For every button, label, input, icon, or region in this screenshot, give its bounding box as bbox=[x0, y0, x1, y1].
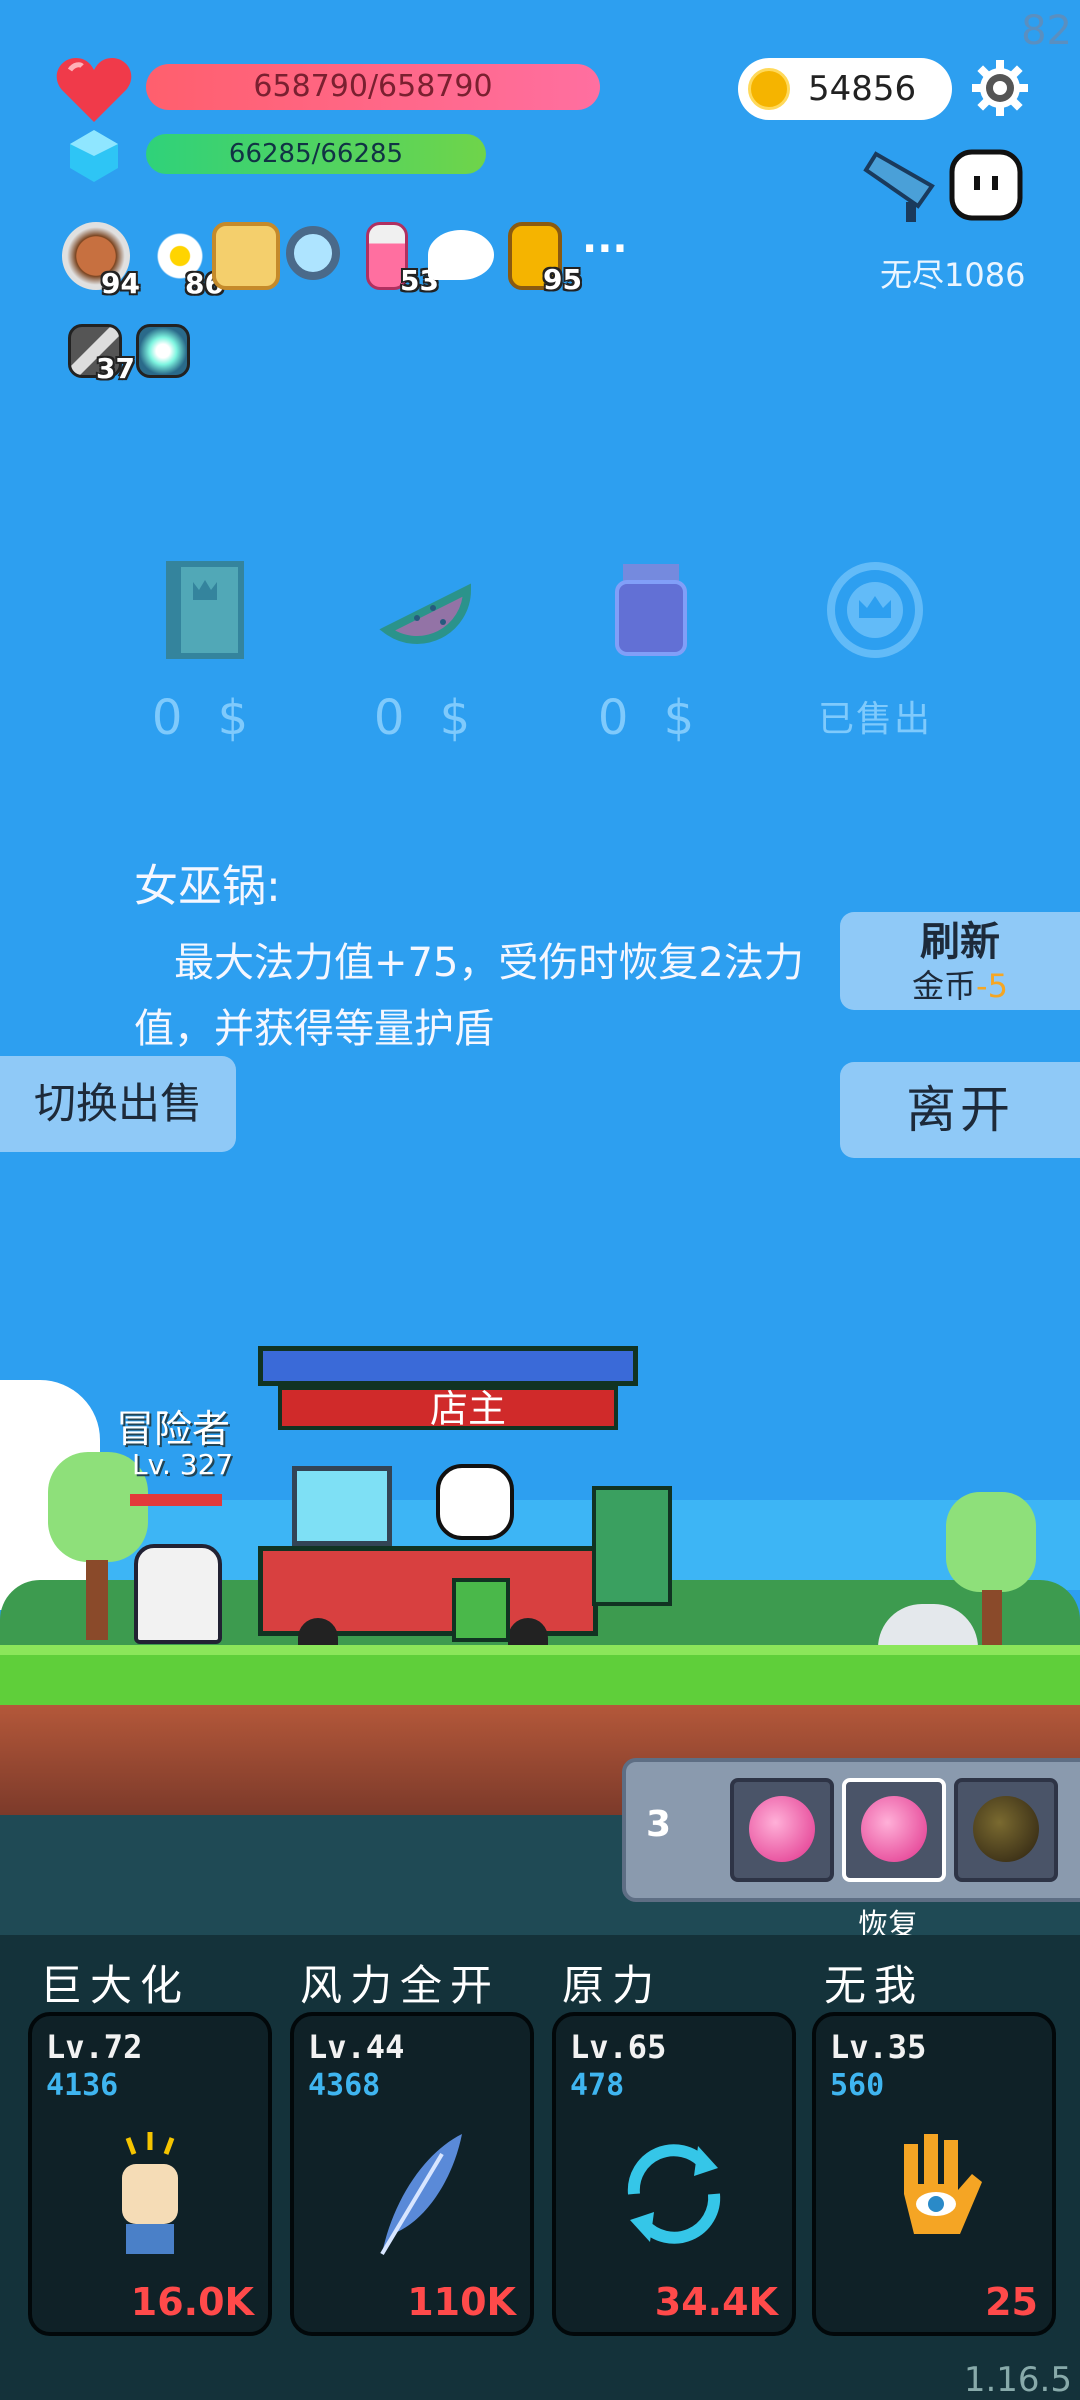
flower-buff-icon[interactable]: 86 bbox=[146, 222, 224, 300]
potion-count: 3 bbox=[646, 1804, 672, 1845]
tree-left-trunk bbox=[86, 1560, 108, 1640]
green-box bbox=[452, 1578, 510, 1642]
skill-title: 巨大化 bbox=[40, 1961, 191, 2010]
sold-out-label: 已售出 bbox=[817, 699, 932, 740]
potion-slot[interactable] bbox=[730, 1778, 834, 1882]
hp-bar: 658790/658790 bbox=[146, 64, 600, 110]
green-robot bbox=[592, 1486, 672, 1606]
gear-icon[interactable] bbox=[970, 58, 1030, 118]
sword-slash-icon bbox=[863, 151, 935, 222]
scroll-buff-icon[interactable] bbox=[212, 222, 280, 290]
ghost-icon[interactable] bbox=[948, 146, 1024, 222]
cycle-icon bbox=[627, 2144, 721, 2244]
leave-button[interactable]: 离开 bbox=[840, 1062, 1080, 1158]
skill-cost: 478 bbox=[570, 2068, 625, 2103]
fist-icon bbox=[122, 2132, 178, 2254]
sword-buff-icon[interactable]: 37 bbox=[68, 324, 135, 385]
refresh-cost: -5 bbox=[976, 967, 1008, 1005]
book-buff-icon[interactable]: 95 bbox=[508, 222, 582, 296]
refresh-button[interactable]: 刷新 金币-5 bbox=[840, 912, 1080, 1010]
shop-item-price: 0 $ bbox=[373, 690, 481, 746]
ground-grass bbox=[0, 1645, 1080, 1705]
version-label: 1.16.5 bbox=[963, 2360, 1072, 2400]
pink-potion-icon bbox=[749, 1796, 815, 1862]
skill-upgrade-price: 110K bbox=[407, 2280, 516, 2324]
skill-card-selfless[interactable]: Lv.35 560 25 bbox=[812, 2012, 1056, 2336]
skill-title: 风力全开 bbox=[300, 1961, 501, 2010]
tree-right-trunk bbox=[982, 1590, 1002, 1650]
wing-buff-icon[interactable] bbox=[428, 230, 494, 280]
item-desc-title: 女巫锅: bbox=[134, 861, 281, 912]
skill-level: Lv.72 bbox=[46, 2028, 143, 2066]
watermelon-icon bbox=[379, 583, 472, 644]
skill-card-full-wind[interactable]: Lv.44 4368 110K bbox=[290, 2012, 534, 2336]
item-desc-text: 最大法力值+75，受伤时恢复2法力值，并获得等量护盾 bbox=[134, 940, 804, 1052]
skill-title: 原力 bbox=[562, 1961, 663, 2010]
pink-potion-icon bbox=[861, 1796, 927, 1862]
adventurer-label: 冒险者 bbox=[116, 1407, 231, 1451]
adventurer[interactable] bbox=[134, 1544, 222, 1644]
skill-upgrade-price: 34.4K bbox=[654, 2280, 778, 2324]
shop-item-watermelon[interactable]: 0 $ bbox=[352, 560, 502, 746]
adventurer-level: Lv. 327 bbox=[132, 1448, 234, 1481]
gold-amount: 54856 bbox=[808, 69, 917, 109]
mp-bar: 66285/66285 bbox=[146, 134, 486, 174]
shop-owner[interactable] bbox=[436, 1464, 514, 1540]
gold-display: 54856 bbox=[738, 58, 952, 120]
coin-icon bbox=[748, 68, 790, 110]
feather-icon bbox=[380, 2134, 462, 2256]
refresh-label: 刷新 bbox=[920, 919, 1000, 965]
skill-upgrade-price: 25 bbox=[985, 2280, 1038, 2324]
potion-buff-icon[interactable]: 53 bbox=[366, 222, 439, 297]
skill-cost: 4368 bbox=[308, 2068, 381, 2103]
dark-potion-icon bbox=[973, 1796, 1039, 1862]
shop-item-price: 0 $ bbox=[597, 690, 705, 746]
shop-item-book[interactable]: 0 $ bbox=[130, 560, 280, 746]
crown-coin-icon bbox=[827, 562, 923, 658]
magnifier-buff-icon[interactable] bbox=[286, 226, 340, 280]
skill-cost: 4136 bbox=[46, 2068, 119, 2103]
tree-right bbox=[946, 1492, 1036, 1592]
book-icon bbox=[166, 561, 244, 659]
cart-window bbox=[292, 1466, 392, 1546]
fps-counter: 82 bbox=[1021, 8, 1072, 54]
skill-level: Lv.44 bbox=[308, 2028, 405, 2066]
adventurer-hp-bar bbox=[130, 1494, 222, 1506]
skill-card-giantize[interactable]: Lv.72 4136 16.0K bbox=[28, 2012, 272, 2336]
potion-slot-selected[interactable] bbox=[842, 1778, 946, 1882]
shield-buff-icon[interactable]: 94 bbox=[62, 222, 140, 300]
refresh-cost-label: 金币 bbox=[912, 967, 977, 1005]
eye-hand-icon bbox=[904, 2134, 982, 2234]
shop-owner-label: 店主 bbox=[430, 1387, 507, 1431]
more-buffs-icon[interactable]: ··· bbox=[582, 226, 628, 272]
skill-title: 无我 bbox=[824, 1961, 925, 2010]
diamond-icon bbox=[70, 130, 118, 182]
buff-count: 94 bbox=[101, 267, 140, 300]
jam-jar-icon bbox=[615, 564, 687, 656]
skill-upgrade-price: 16.0K bbox=[130, 2280, 254, 2324]
shop-item-crown-coin: 已售出 bbox=[800, 560, 950, 742]
lightbulb-buff-icon[interactable] bbox=[136, 324, 190, 378]
buff-count: 95 bbox=[543, 263, 582, 296]
skill-card-force[interactable]: Lv.65 478 34.4K bbox=[552, 2012, 796, 2336]
buff-count: 37 bbox=[96, 352, 135, 385]
heart-icon bbox=[56, 58, 132, 122]
potion-slot[interactable] bbox=[954, 1778, 1058, 1882]
shop-item-price: 0 $ bbox=[151, 690, 259, 746]
skill-cost: 560 bbox=[830, 2068, 885, 2103]
shop-item-jam-jar[interactable]: 0 $ bbox=[576, 560, 726, 746]
switch-sell-button[interactable]: 切换出售 bbox=[0, 1056, 236, 1152]
endless-wave-label: 无尽1086 bbox=[880, 256, 1026, 294]
skill-level: Lv.65 bbox=[570, 2028, 667, 2066]
skill-level: Lv.35 bbox=[830, 2028, 927, 2066]
